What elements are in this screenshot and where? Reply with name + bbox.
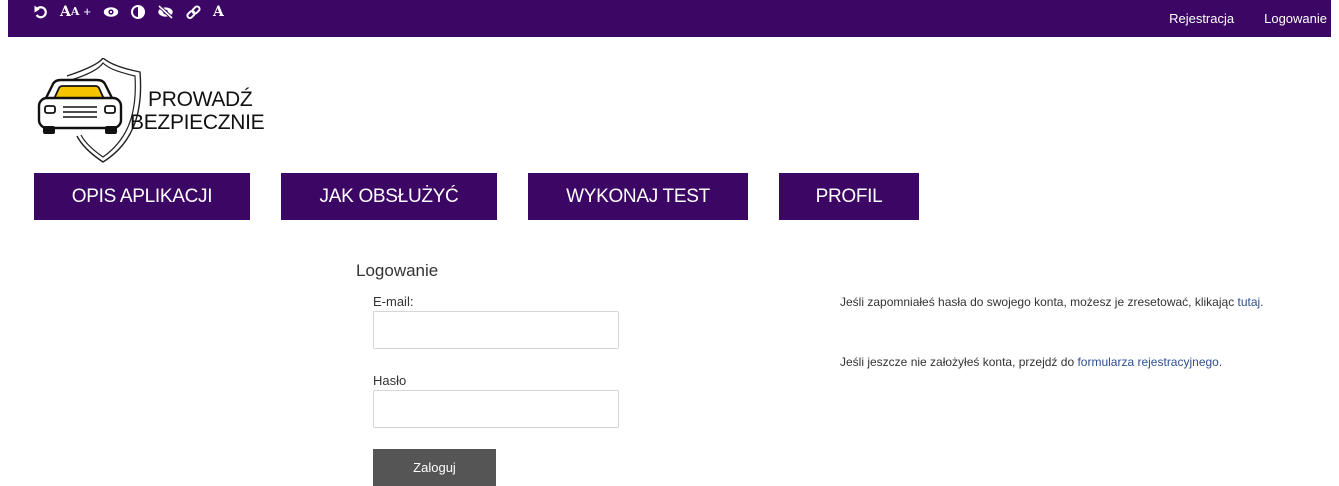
login-link[interactable]: Logowanie [1264, 11, 1327, 26]
login-button[interactable]: Zaloguj [373, 449, 496, 486]
nav-item-app-description[interactable]: OPIS APLIKACJI [34, 173, 250, 220]
logo-text-line1: PROWADŹ [148, 88, 253, 111]
registration-form-link[interactable]: formularza rejestracyjnego [1077, 355, 1218, 369]
font-size-icon[interactable]: A A + [60, 4, 91, 20]
register-info: Jeśli jeszcze nie założyłeś konta, przej… [840, 354, 1330, 371]
link-icon[interactable] [186, 4, 201, 20]
reset-icon[interactable] [34, 4, 48, 20]
password-reset-end: . [1260, 295, 1264, 309]
password-reset-link[interactable]: tutaj [1238, 295, 1261, 309]
contrast-icon[interactable] [131, 4, 146, 20]
password-label: Hasło [373, 373, 407, 388]
register-link[interactable]: Rejestracja [1169, 11, 1234, 26]
password-field[interactable] [373, 390, 619, 428]
logo-text-line2: BEZPIECZNIE [130, 111, 265, 134]
register-end: . [1218, 355, 1223, 369]
eye-slash-icon[interactable] [157, 4, 174, 20]
top-bar: A A + A Rejestracja Logowanie [8, 0, 1331, 37]
site-logo[interactable]: PROWADŹ BEZPIECZNIE [37, 58, 287, 166]
password-reset-text: Jeśli zapomniałeś hasła do swojego konta… [840, 295, 1238, 309]
nav-item-how-to-use[interactable]: JAK OBSŁUŻYĆ [281, 173, 497, 220]
font-icon[interactable]: A [213, 4, 224, 20]
password-reset-info: Jeśli zapomniałeś hasła do swojego konta… [840, 294, 1330, 311]
account-links: Rejestracja Logowanie [1139, 11, 1331, 26]
email-field[interactable] [373, 311, 619, 349]
nav-item-profile[interactable]: PROFIL [779, 173, 919, 220]
nav-item-take-test[interactable]: WYKONAJ TEST [528, 173, 748, 220]
accessibility-toolbar: A A + A [34, 4, 236, 20]
email-label: E-mail: [373, 294, 414, 309]
register-text: Jeśli jeszcze nie założyłeś konta, przej… [840, 355, 1078, 369]
login-heading: Logowanie [356, 261, 439, 280]
eye-icon[interactable] [103, 4, 119, 20]
